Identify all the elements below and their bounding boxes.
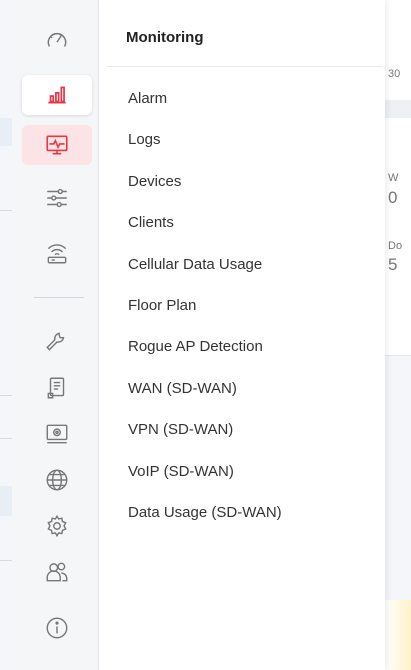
menu-item-vpn-sd-wan[interactable]: VPN (SD-WAN) xyxy=(99,409,385,450)
sliders-icon[interactable] xyxy=(22,178,92,218)
flyout-menu-list: Alarm Logs Devices Clients Cellular Data… xyxy=(99,78,385,533)
background-right-panel: 30 W 0 Do 5 xyxy=(385,0,411,670)
menu-item-alarm[interactable]: Alarm xyxy=(99,78,385,119)
background-divider xyxy=(0,560,12,561)
menu-item-devices[interactable]: Devices xyxy=(99,161,385,202)
sidebar-divider xyxy=(34,297,84,298)
background-accent xyxy=(385,600,411,670)
flyout-title: Monitoring xyxy=(126,29,204,46)
users-icon[interactable] xyxy=(22,552,92,592)
document-icon[interactable] xyxy=(22,368,92,408)
background-highlight xyxy=(0,118,12,146)
background-text: Do xyxy=(388,240,403,252)
background-text: 30 xyxy=(388,68,401,80)
wireless-router-icon[interactable] xyxy=(22,233,92,273)
monitor-pulse-icon[interactable] xyxy=(22,125,92,165)
background-divider xyxy=(0,210,12,211)
menu-item-floor-plan[interactable]: Floor Plan xyxy=(99,285,385,326)
info-icon[interactable] xyxy=(22,608,92,648)
background-text: 0 xyxy=(388,188,398,207)
icon-sidebar xyxy=(12,0,99,670)
menu-item-data-usage-sd-wan[interactable]: Data Usage (SD-WAN) xyxy=(99,492,385,533)
bar-chart-icon[interactable] xyxy=(22,75,92,115)
background-divider xyxy=(0,438,12,439)
gear-icon[interactable] xyxy=(22,506,92,546)
settings-panel-icon[interactable] xyxy=(22,414,92,454)
flyout-divider xyxy=(107,66,383,67)
menu-item-cellular-data-usage[interactable]: Cellular Data Usage xyxy=(99,244,385,285)
background-text: W xyxy=(388,172,399,184)
menu-item-wan-sd-wan[interactable]: WAN (SD-WAN) xyxy=(99,368,385,409)
background-divider xyxy=(0,395,12,396)
background-highlight xyxy=(0,486,12,516)
menu-item-logs[interactable]: Logs xyxy=(99,119,385,160)
background-header-bar xyxy=(385,100,411,118)
menu-item-clients[interactable]: Clients xyxy=(99,202,385,243)
dashboard-gauge-icon[interactable] xyxy=(22,20,92,60)
background-text: 5 xyxy=(388,255,398,274)
globe-icon[interactable] xyxy=(22,460,92,500)
menu-item-rogue-ap-detection[interactable]: Rogue AP Detection xyxy=(99,326,385,367)
menu-item-voip-sd-wan[interactable]: VoIP (SD-WAN) xyxy=(99,451,385,492)
wrench-icon[interactable] xyxy=(22,322,92,362)
monitoring-flyout-menu: Monitoring Alarm Logs Devices Clients Ce… xyxy=(99,0,385,670)
